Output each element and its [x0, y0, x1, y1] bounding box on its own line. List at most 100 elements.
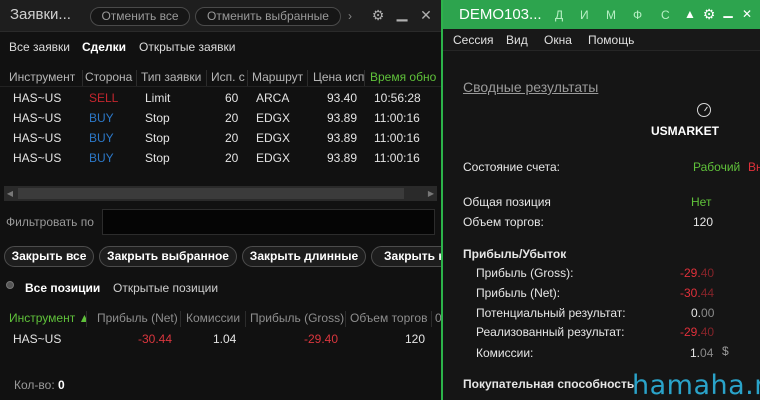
- positions-radio-icon[interactable]: [6, 281, 14, 289]
- pos-col-net[interactable]: Прибыль (Net): [97, 311, 181, 327]
- summary-heading[interactable]: Сводные результаты: [463, 79, 598, 95]
- col-update-time[interactable]: Время обно: [370, 70, 441, 86]
- col-fill-price[interactable]: Цена исп: [313, 70, 365, 86]
- title-letter[interactable]: Ф: [633, 8, 642, 22]
- title-letter[interactable]: И: [580, 8, 589, 22]
- cell-qty: 20: [225, 111, 239, 125]
- cell-side: BUY: [89, 131, 114, 145]
- close-long-button[interactable]: Закрыть длинные: [242, 246, 366, 267]
- orders-tabs: Все заявки Сделки Открытые заявки: [0, 38, 441, 58]
- minimize-icon[interactable]: ▁: [394, 5, 410, 21]
- close-selected-button[interactable]: Закрыть выбранное: [99, 246, 237, 267]
- volume-label: Объем торгов:: [463, 215, 544, 229]
- cell-price: 93.89: [327, 111, 358, 125]
- col-filled[interactable]: Исп. с: [211, 70, 248, 86]
- cell-side: BUY: [89, 111, 114, 125]
- watermark-text: hamaha.net: [632, 370, 760, 400]
- chevron-right-icon[interactable]: ›: [348, 8, 360, 24]
- gross-pnl-value: -29.40: [680, 266, 714, 280]
- cell-type: Stop: [145, 151, 170, 165]
- trades-grid-header: Инструмент Сторона Тип заявки Исп. с Мар…: [0, 67, 441, 87]
- scroll-right-icon[interactable]: ▶: [425, 186, 437, 201]
- menu-bar: Сессия Вид Окна Помощь: [443, 29, 760, 51]
- menu-windows[interactable]: Окна: [544, 33, 572, 47]
- pnl-heading: Прибыль/Убыток: [463, 247, 567, 261]
- cell-route: EDGX: [256, 131, 291, 145]
- tab-all-positions[interactable]: Все позиции: [25, 281, 100, 295]
- gross-pnl-main: -29.: [680, 266, 701, 280]
- table-row[interactable]: HAS~US BUY Stop 20 EDGX 93.89 11:00:16: [0, 149, 441, 169]
- cell-side: BUY: [89, 151, 114, 165]
- filter-label: Фильтровать по: [6, 215, 94, 229]
- pos-cell-instrument: HAS~US: [13, 332, 62, 346]
- table-row[interactable]: HAS~US SELL Limit 60 ARCA 93.40 10:56:28: [0, 89, 441, 109]
- tab-trades[interactable]: Сделки: [82, 40, 126, 54]
- pos-col-commission[interactable]: Комиссии: [186, 311, 246, 327]
- clock-icon[interactable]: [697, 103, 711, 117]
- account-state-value: Рабочий: [693, 160, 741, 174]
- cell-time: 11:00:16: [374, 131, 420, 145]
- scrollbar-thumb[interactable]: [18, 188, 404, 199]
- pos-col-instrument[interactable]: Инструмент ▲: [9, 311, 87, 327]
- commission-value: 1.04: [690, 346, 713, 360]
- table-row[interactable]: HAS~US BUY Stop 20 EDGX 93.89 11:00:16: [0, 109, 441, 129]
- cell-instrument: HAS~US: [13, 131, 62, 145]
- buying-power-heading: Покупательная способность: [463, 377, 635, 391]
- close-all-button[interactable]: Закрыть все: [4, 246, 94, 267]
- pos-cell-volume: 120: [405, 332, 426, 346]
- cell-price: 93.89: [327, 131, 358, 145]
- col-route[interactable]: Маршрут: [252, 70, 308, 86]
- col-side[interactable]: Сторона: [85, 70, 137, 86]
- title-letter[interactable]: Д: [555, 8, 563, 22]
- cell-qty: 20: [225, 151, 239, 165]
- gear-icon[interactable]: ⚙: [370, 7, 386, 23]
- realized-dim: 40: [700, 325, 715, 339]
- minimize-icon[interactable]: ▁: [721, 3, 735, 19]
- vertical-scrollbar[interactable]: [746, 51, 758, 400]
- cell-route: ARCA: [256, 91, 290, 105]
- close-short-button[interactable]: Закрыть к: [371, 246, 441, 267]
- count-label: Кол-во:: [14, 378, 55, 392]
- net-pnl-dim: 44: [700, 286, 715, 300]
- cell-qty: 20: [225, 131, 239, 145]
- potential-result-label: Потенциальный результат:: [476, 306, 626, 320]
- close-icon[interactable]: ✕: [740, 6, 754, 22]
- close-icon[interactable]: ✕: [418, 7, 434, 23]
- table-row[interactable]: HAS~US BUY Stop 20 EDGX 93.89 11:00:16: [0, 129, 441, 149]
- menu-view[interactable]: Вид: [506, 33, 528, 47]
- tab-open-orders[interactable]: Открытые заявки: [139, 40, 236, 54]
- pos-cell-net: -30.44: [138, 332, 173, 346]
- scroll-left-icon[interactable]: ◀: [4, 186, 16, 201]
- pos-col-volume[interactable]: Объем торгов: [350, 311, 432, 327]
- orders-window: Заявки... Отменить все Отменить выбранны…: [0, 0, 441, 400]
- cell-instrument: HAS~US: [13, 111, 62, 125]
- filter-input[interactable]: [102, 209, 435, 235]
- volume-value: 120: [693, 215, 714, 229]
- cancel-all-button[interactable]: Отменить все: [90, 7, 190, 26]
- horizontal-scrollbar[interactable]: ◀ ▶: [4, 186, 437, 201]
- chevron-up-icon[interactable]: ▲: [683, 6, 697, 22]
- market-label: USMARKET: [651, 124, 719, 138]
- menu-help[interactable]: Помощь: [588, 33, 634, 47]
- account-titlebar: DEMO103... Д И М Ф С ▲ ⚙ ▁ ✕: [443, 0, 760, 29]
- menu-session[interactable]: Сессия: [453, 33, 494, 47]
- title-letter[interactable]: М: [606, 8, 616, 22]
- cell-time: 10:56:28: [374, 91, 421, 105]
- tab-all-orders[interactable]: Все заявки: [9, 40, 70, 54]
- gear-icon[interactable]: ⚙: [702, 6, 716, 22]
- gross-pnl-label: Прибыль (Gross):: [476, 266, 574, 280]
- col-instrument[interactable]: Инструмент: [9, 70, 83, 86]
- cancel-selected-button[interactable]: Отменить выбранные: [195, 7, 341, 26]
- pos-col-instrument-label: Инструмент: [9, 311, 76, 325]
- cell-instrument: HAS~US: [13, 151, 62, 165]
- position-count: Кол-во: 0: [14, 378, 65, 392]
- pos-cell-commission: 1.04: [213, 332, 237, 346]
- col-order-type[interactable]: Тип заявки: [141, 70, 207, 86]
- potential-dim: 00: [701, 306, 715, 320]
- title-letter[interactable]: С: [661, 8, 670, 22]
- cell-price: 93.89: [327, 151, 358, 165]
- pos-col-gross[interactable]: Прибыль (Gross): [250, 311, 346, 327]
- cell-type: Stop: [145, 131, 170, 145]
- tab-open-positions[interactable]: Открытые позиции: [113, 281, 218, 295]
- pos-cell-gross: -29.40: [304, 332, 339, 346]
